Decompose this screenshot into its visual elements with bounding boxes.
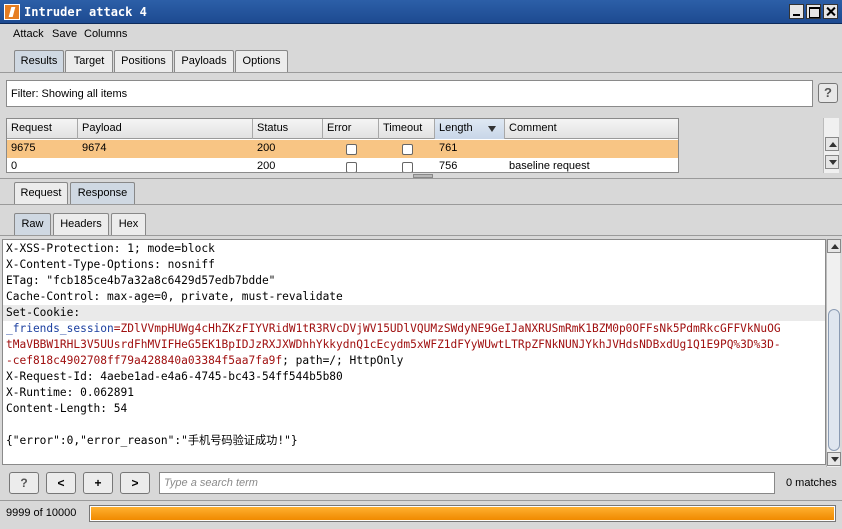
response-line: X-Content-Type-Options: nosniff bbox=[6, 258, 215, 271]
tab-divider bbox=[0, 72, 842, 73]
maximize-icon[interactable] bbox=[806, 4, 821, 19]
scroll-down-icon[interactable] bbox=[825, 155, 839, 169]
search-placeholder: Type a search term bbox=[164, 477, 258, 489]
tab-hex[interactable]: Hex bbox=[111, 213, 146, 235]
cell-request: 9675 bbox=[11, 142, 36, 154]
scroll-down-icon[interactable] bbox=[827, 452, 841, 466]
tab-headers[interactable]: Headers bbox=[53, 213, 109, 235]
view-tab-divider bbox=[0, 235, 842, 236]
menu-bar: Attack Save Columns bbox=[0, 24, 842, 44]
response-line: Content-Length: 54 bbox=[6, 402, 128, 415]
response-line: Set-Cookie: bbox=[3, 305, 825, 321]
cookie-name: _friends_session bbox=[6, 322, 114, 335]
cell-payload bbox=[78, 158, 82, 172]
tab-positions[interactable]: Positions bbox=[114, 50, 173, 72]
column-error[interactable]: Error bbox=[323, 119, 379, 139]
cell-payload: 9674 bbox=[82, 142, 107, 154]
results-table: Request Payload Status Error Timeout Len… bbox=[6, 118, 679, 173]
cell-timeout-checkbox[interactable] bbox=[402, 162, 413, 172]
filter-text: Filter: Showing all items bbox=[11, 88, 128, 100]
tab-options[interactable]: Options bbox=[235, 50, 288, 72]
tab-request[interactable]: Request bbox=[14, 182, 68, 204]
search-help-button[interactable]: ? bbox=[9, 472, 39, 494]
status-divider bbox=[0, 500, 842, 501]
search-prev-button[interactable]: < bbox=[46, 472, 76, 494]
search-match-count: 0 matches bbox=[786, 477, 837, 489]
search-next-button[interactable]: > bbox=[120, 472, 150, 494]
column-comment[interactable]: Comment bbox=[505, 119, 678, 139]
cookie-value: =ZDlVVmpHUWg4cHhZKzFIYVRidW1tR3RVcDVjWV1… bbox=[113, 322, 781, 335]
cell-timeout-checkbox[interactable] bbox=[402, 144, 413, 155]
cell-error-checkbox[interactable] bbox=[346, 162, 357, 172]
column-payload[interactable]: Payload bbox=[78, 119, 253, 139]
cell-length: 761 bbox=[439, 142, 458, 154]
tab-target[interactable]: Target bbox=[65, 50, 113, 72]
table-row[interactable]: 0 200 756 baseline request bbox=[7, 158, 678, 172]
cell-request: 0 bbox=[11, 160, 18, 172]
tab-response[interactable]: Response bbox=[70, 182, 135, 204]
column-length-label: Length bbox=[439, 122, 473, 134]
scroll-up-icon[interactable] bbox=[825, 137, 839, 151]
column-status[interactable]: Status bbox=[253, 119, 323, 139]
response-body: {"error":0,"error_reason":"手机号码验证成功!"} bbox=[6, 434, 298, 447]
cell-error-checkbox[interactable] bbox=[346, 144, 357, 155]
filter-bar[interactable]: Filter: Showing all items bbox=[6, 80, 813, 107]
cookie-value: tMaVBBW1RHL3V5UUsrdFhMVIFHeG5EK1BpIDJzRX… bbox=[6, 338, 781, 351]
search-add-button[interactable]: + bbox=[83, 472, 113, 494]
cookie-line-1: _friends_session=ZDlVVmpHUWg4cHhZKzFIYVR… bbox=[6, 321, 781, 337]
response-line: X-Request-Id: 4aebe1ad-e4a6-4745-bc43-54… bbox=[6, 370, 343, 383]
cookie-line-3: -cef818c4902708ff79a428840a03384f5aa7fa9… bbox=[6, 353, 403, 369]
search-input[interactable]: Type a search term bbox=[159, 472, 775, 494]
status-text: 9999 of 10000 bbox=[6, 507, 77, 519]
cell-status: 200 bbox=[257, 142, 276, 154]
cookie-value: -cef818c4902708ff79a428840a03384f5aa7fa9… bbox=[6, 354, 283, 367]
menu-columns[interactable]: Columns bbox=[84, 28, 127, 40]
cookie-attributes: ; path=/; HttpOnly bbox=[282, 354, 404, 367]
response-line: Cache-Control: max-age=0, private, must-… bbox=[6, 290, 343, 303]
column-length[interactable]: Length bbox=[435, 119, 505, 139]
tab-payloads[interactable]: Payloads bbox=[174, 50, 234, 72]
pane-divider bbox=[0, 178, 842, 179]
title-bar: Intruder attack 4 bbox=[0, 0, 842, 24]
scroll-up-icon[interactable] bbox=[827, 239, 841, 253]
menu-attack[interactable]: Attack bbox=[13, 28, 44, 40]
cookie-line-2: tMaVBBW1RHL3V5UUsrdFhMVIFHeG5EK1BpIDJzRX… bbox=[6, 337, 781, 353]
response-raw-view[interactable]: X-XSS-Protection: 1; mode=block X-Conten… bbox=[2, 239, 826, 465]
table-row[interactable]: 9675 9674 200 761 bbox=[7, 140, 678, 158]
scroll-thumb[interactable] bbox=[828, 309, 840, 451]
tab-results[interactable]: Results bbox=[14, 50, 64, 72]
response-line: X-Runtime: 0.062891 bbox=[6, 386, 134, 399]
response-scrollbar[interactable] bbox=[826, 239, 841, 467]
window-title: Intruder attack 4 bbox=[24, 5, 147, 19]
cell-length: 756 bbox=[439, 160, 458, 172]
response-line: X-XSS-Protection: 1; mode=block bbox=[6, 242, 215, 255]
response-line: ETag: "fcb185ce4b7a32a8c6429d57edb7bdde" bbox=[6, 274, 276, 287]
tab-raw[interactable]: Raw bbox=[14, 213, 51, 235]
cell-comment bbox=[505, 140, 509, 158]
cell-comment: baseline request bbox=[509, 160, 590, 172]
filter-help-button[interactable]: ? bbox=[818, 83, 838, 103]
progress-bar bbox=[89, 505, 836, 522]
burp-app-icon bbox=[4, 4, 20, 20]
progress-fill bbox=[91, 507, 834, 520]
column-request[interactable]: Request bbox=[7, 119, 78, 139]
column-timeout[interactable]: Timeout bbox=[379, 119, 435, 139]
close-icon[interactable] bbox=[823, 4, 838, 19]
minimize-icon[interactable] bbox=[789, 4, 804, 19]
table-header: Request Payload Status Error Timeout Len… bbox=[7, 119, 678, 139]
cell-status: 200 bbox=[257, 160, 276, 172]
msg-tab-divider bbox=[0, 204, 842, 205]
sort-descending-icon bbox=[488, 126, 496, 132]
menu-save[interactable]: Save bbox=[52, 28, 77, 40]
results-scrollbar[interactable] bbox=[823, 118, 839, 173]
